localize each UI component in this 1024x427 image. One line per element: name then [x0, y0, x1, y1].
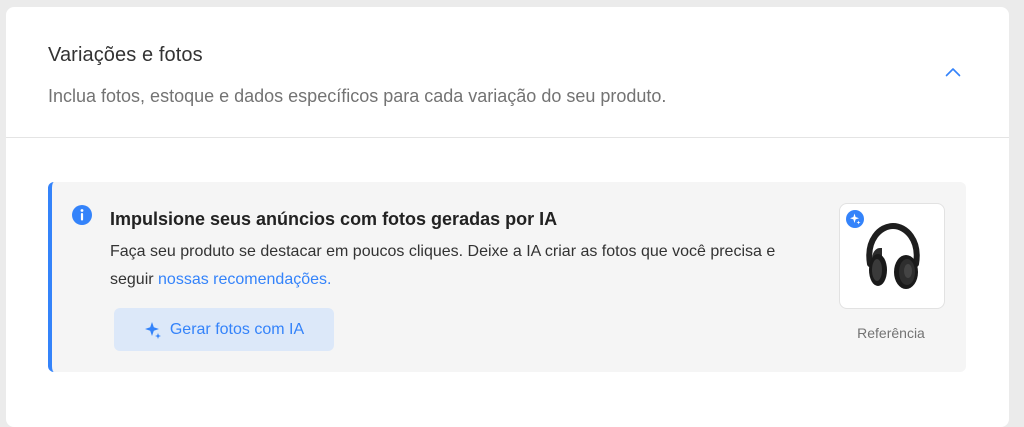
reference-label: Referência [857, 325, 925, 341]
recommendations-link[interactable]: nossas recomendações. [158, 271, 331, 288]
section-title: Variações e fotos [48, 44, 203, 66]
banner-text: Faça seu produto se destacar em poucos c… [110, 238, 810, 294]
generate-ai-photos-button[interactable]: Gerar fotos com IA [114, 308, 334, 351]
section-header[interactable]: Variações e fotos Inclua fotos, estoque … [6, 7, 1009, 138]
generate-ai-photos-label: Gerar fotos com IA [169, 320, 305, 338]
reference-image-box [839, 203, 945, 309]
headphones-image [866, 222, 920, 289]
sparkle-icon [144, 321, 161, 339]
ai-photos-banner: Impulsione seus anúncios com fotos gerad… [48, 182, 966, 372]
info-icon [72, 205, 92, 225]
chevron-up-icon [945, 68, 961, 77]
section-subtitle: Inclua fotos, estoque e dados específico… [48, 86, 667, 106]
banner-title: Impulsione seus anúncios com fotos gerad… [110, 209, 558, 229]
collapse-button[interactable] [940, 59, 966, 85]
variations-card: Variações e fotos Inclua fotos, estoque … [6, 7, 1009, 427]
